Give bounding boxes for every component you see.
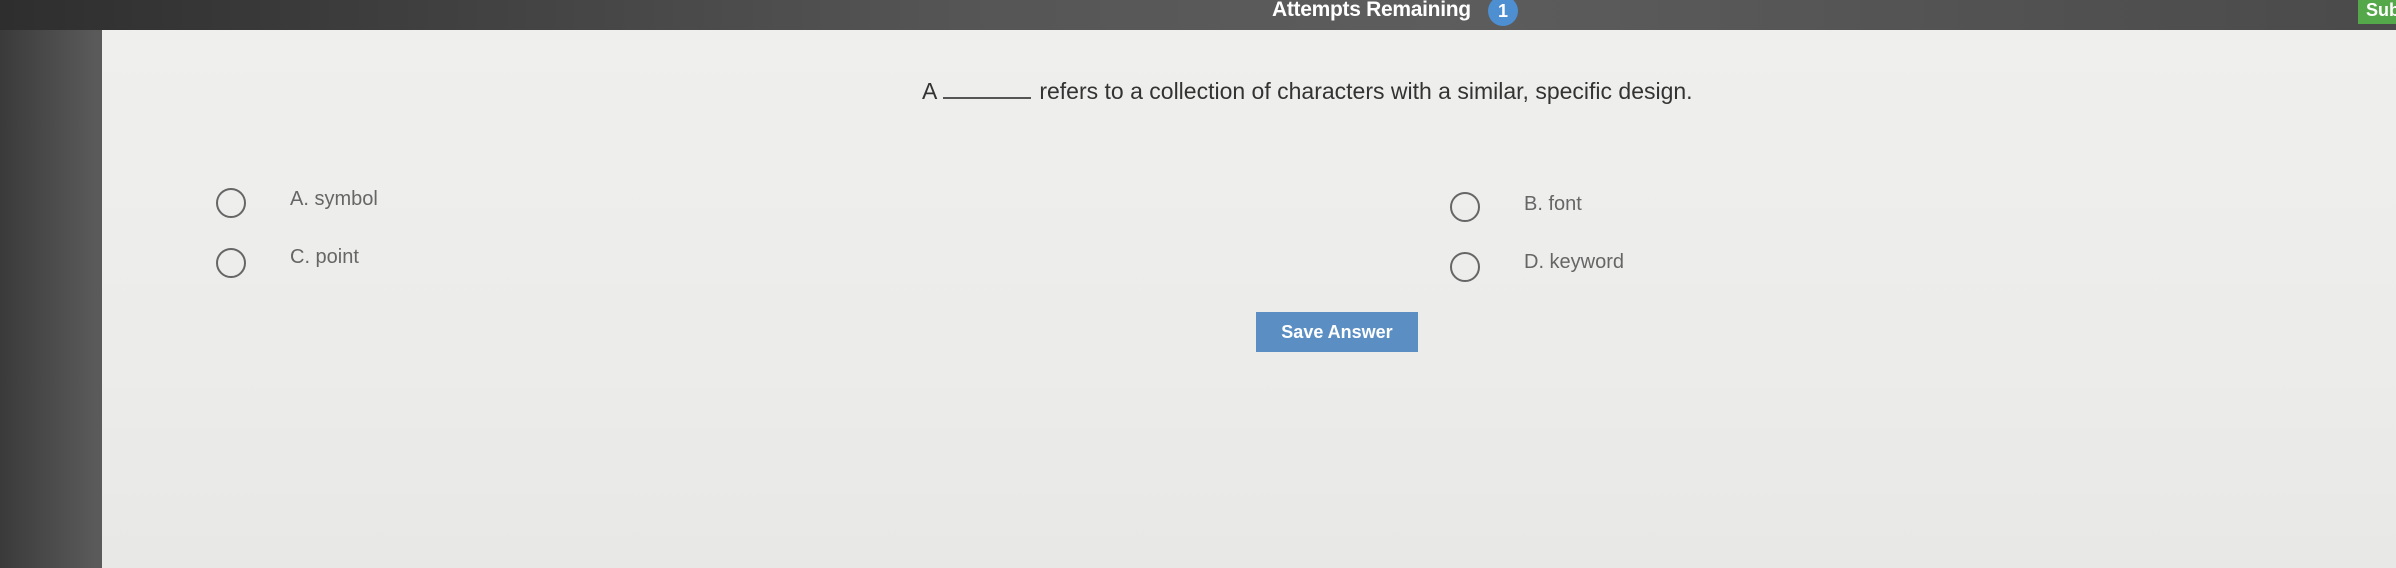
question-text: Arefers to a collection of characters wi… — [922, 78, 1693, 105]
option-d-radio[interactable] — [1450, 252, 1480, 282]
option-a-radio[interactable] — [216, 188, 246, 218]
option-b-radio[interactable] — [1450, 192, 1480, 222]
question-prefix: A — [922, 78, 938, 104]
option-c-label[interactable]: C. point — [290, 246, 359, 269]
attempts-count-badge: 1 — [1488, 0, 1518, 26]
save-answer-button[interactable]: Save Answer — [1256, 312, 1418, 352]
question-suffix: refers to a collection of characters wit… — [1039, 78, 1693, 104]
option-b-label[interactable]: B. font — [1524, 193, 1582, 216]
attempts-remaining-label: Attempts Remaining — [1272, 0, 1471, 21]
option-d-label[interactable]: D. keyword — [1524, 251, 1624, 274]
submit-button[interactable]: Submit — [2358, 0, 2396, 24]
question-blank — [943, 79, 1032, 99]
option-c-radio[interactable] — [216, 248, 246, 278]
option-a-label[interactable]: A. symbol — [290, 188, 378, 211]
question-panel — [102, 30, 2396, 568]
top-bar: Attempts Remaining 1 Submit — [0, 0, 2396, 30]
